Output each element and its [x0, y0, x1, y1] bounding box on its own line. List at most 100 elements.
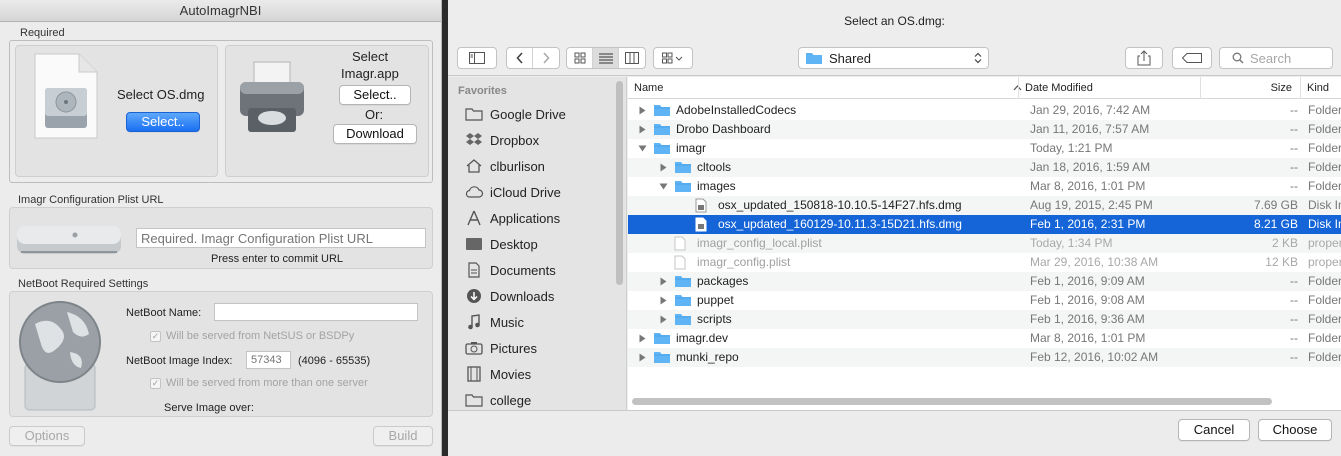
disclosure-closed-icon[interactable] — [657, 272, 669, 291]
search-field[interactable]: Search — [1219, 47, 1333, 69]
file-size: -- — [1290, 160, 1298, 174]
select-os-button[interactable]: Select.. — [126, 112, 200, 132]
sidebar-scrollbar[interactable] — [616, 81, 623, 285]
index-input[interactable] — [246, 351, 291, 369]
cancel-button[interactable]: Cancel — [1178, 419, 1250, 441]
sidebar-item[interactable]: Downloads — [464, 284, 614, 308]
netboot-name-input[interactable] — [214, 303, 418, 321]
netboot-box: NetBoot Name: ✓ Will be served from NetS… — [9, 291, 433, 417]
file-row[interactable]: packages Feb 1, 2016, 9:09 AM -- Folder — [628, 272, 1341, 291]
disclosure-closed-icon[interactable] — [657, 310, 669, 329]
netsus-checkbox[interactable]: ✓ — [150, 331, 161, 342]
file-row[interactable]: imagr_config.plist Mar 29, 2016, 10:38 AM… — [628, 253, 1341, 272]
index-label: NetBoot Image Index: — [126, 355, 233, 367]
file-kind: Folder — [1308, 350, 1341, 364]
kind-column-header[interactable]: Kind — [1300, 77, 1341, 99]
date-column-header[interactable]: Date Modified — [1018, 77, 1200, 99]
disclosure-closed-icon[interactable] — [636, 101, 648, 120]
file-row[interactable]: munki_repo Feb 12, 2016, 10:02 AM -- Folder — [628, 348, 1341, 367]
forward-button[interactable] — [533, 48, 559, 68]
disclosure-open-icon[interactable] — [636, 139, 648, 158]
disclosure-closed-icon[interactable] — [657, 158, 669, 177]
choose-button[interactable]: Choose — [1258, 419, 1332, 441]
file-row[interactable]: osx_updated_160129-10.11.3-15D21.hfs.dmg… — [628, 215, 1341, 234]
view-mode-control — [566, 47, 646, 69]
horizontal-scrollbar[interactable] — [632, 398, 1272, 405]
dialog-toolbar: Shared Search — [448, 40, 1341, 76]
back-button[interactable] — [507, 48, 533, 68]
file-row[interactable]: osx_updated_150818-10.10.5-14F27.hfs.dmg… — [628, 196, 1341, 215]
file-name: images — [697, 179, 736, 193]
disk-image-file-icon — [695, 217, 707, 235]
file-row[interactable]: Drobo Dashboard Jan 11, 2016, 7:57 AM -- Fo… — [628, 120, 1341, 139]
file-row[interactable]: AdobeInstalledCodecs Jan 29, 2016, 7:42 A… — [628, 101, 1341, 120]
disclosure-open-icon[interactable] — [657, 177, 669, 196]
plist-file-icon — [674, 255, 686, 273]
sidebar-item[interactable]: Desktop — [464, 232, 614, 256]
disclosure-closed-icon[interactable] — [636, 120, 648, 139]
file-date-modified: Mar 29, 2016, 10:38 AM — [1030, 255, 1159, 269]
sidebar-item[interactable]: Music — [464, 310, 614, 334]
sidebar-item[interactable]: Google Drive — [464, 102, 614, 126]
size-column-label: Size — [1270, 82, 1292, 94]
sidebar-item[interactable]: Pictures — [464, 336, 614, 360]
sidebar-item[interactable]: clburlison — [464, 154, 614, 178]
file-date-modified: Jan 11, 2016, 7:57 AM — [1030, 122, 1150, 136]
size-column-header[interactable]: Size — [1200, 77, 1300, 99]
file-name: packages — [697, 274, 749, 288]
netboot-globe-icon — [19, 301, 101, 411]
file-row[interactable]: scripts Feb 1, 2016, 9:36 AM -- Folder — [628, 310, 1341, 329]
file-date-modified: Feb 1, 2016, 9:09 AM — [1030, 274, 1145, 288]
location-popup[interactable]: Shared — [798, 47, 989, 69]
sidebar-toggle-button[interactable] — [457, 47, 497, 69]
folder-icon — [806, 53, 822, 64]
back-forward-control — [506, 47, 560, 69]
file-row[interactable]: imagr_config_local.plist Today, 1:34 PM 2 … — [628, 234, 1341, 253]
download-button[interactable]: Download — [333, 124, 417, 144]
file-row[interactable]: images Mar 8, 2016, 1:01 PM -- Folder — [628, 177, 1341, 196]
select-imagr-button[interactable]: Select.. — [339, 85, 411, 105]
file-row[interactable]: imagr Today, 1:21 PM -- Folder — [628, 139, 1341, 158]
sidebar-item[interactable]: Movies — [464, 362, 614, 386]
file-size: -- — [1290, 141, 1298, 155]
file-name: munki_repo — [676, 350, 739, 364]
sidebar-item[interactable]: Applications — [464, 206, 614, 230]
list-view-button[interactable] — [593, 48, 619, 68]
file-kind: Disk Image — [1308, 217, 1341, 231]
sidebar-item[interactable]: college — [464, 388, 614, 410]
downloads-icon — [464, 287, 484, 305]
file-row[interactable]: cltools Jan 18, 2016, 1:59 AM -- Folder — [628, 158, 1341, 177]
columns-icon — [625, 52, 639, 64]
required-label: Required — [20, 27, 65, 39]
folder-icon — [653, 331, 671, 348]
sidebar-item[interactable]: Documents — [464, 258, 614, 282]
dialog-button-bar: Cancel Choose — [448, 410, 1341, 456]
sidebar-item[interactable]: Dropbox — [464, 128, 614, 152]
plist-file-icon — [674, 236, 686, 254]
disclosure-closed-icon[interactable] — [657, 291, 669, 310]
file-row[interactable]: puppet Feb 1, 2016, 9:08 AM -- Folder — [628, 291, 1341, 310]
multi-server-checkbox[interactable]: ✓ — [150, 378, 161, 389]
options-button[interactable]: Options — [9, 426, 85, 446]
folder-icon — [674, 160, 692, 177]
disk-image-file-icon — [695, 198, 707, 216]
disclosure-closed-icon[interactable] — [636, 348, 648, 367]
tag-button[interactable] — [1172, 47, 1212, 69]
file-row[interactable]: imagr.dev Mar 8, 2016, 1:01 PM -- Folder — [628, 329, 1341, 348]
sidebar-item[interactable]: iCloud Drive — [464, 180, 614, 204]
column-view-button[interactable] — [619, 48, 645, 68]
share-button[interactable] — [1125, 47, 1163, 69]
arrange-grid-icon — [662, 52, 683, 64]
name-column-header[interactable]: Name — [628, 77, 1030, 99]
index-range-label: (4096 - 65535) — [298, 355, 371, 367]
arrange-button[interactable] — [653, 47, 693, 69]
kind-column-label: Kind — [1307, 82, 1330, 94]
share-icon — [1137, 50, 1151, 66]
config-url-input[interactable] — [136, 228, 426, 248]
disclosure-closed-icon[interactable] — [636, 329, 648, 348]
icon-view-button[interactable] — [567, 48, 593, 68]
file-name: imagr_config.plist — [697, 255, 791, 269]
build-button[interactable]: Build — [373, 426, 433, 446]
sidebar-item-label: Dropbox — [490, 132, 540, 148]
applications-icon — [464, 209, 484, 227]
